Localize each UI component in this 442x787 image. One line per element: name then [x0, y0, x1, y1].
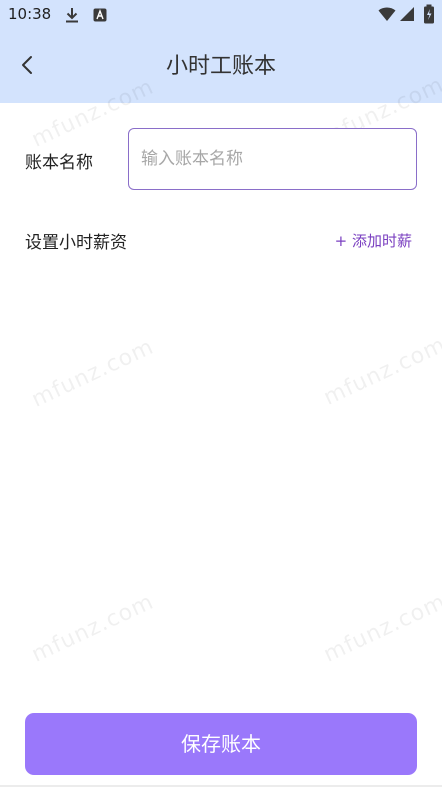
status-time: 10:38 — [8, 5, 52, 23]
account-name-input[interactable] — [128, 128, 417, 190]
battery-icon — [423, 4, 435, 28]
screen: 10:38 小时工账本 mfunz.com mfunz.com mfunz.co… — [0, 0, 442, 787]
save-account-button[interactable]: 保存账本 — [25, 713, 417, 775]
account-name-label: 账本名称 — [25, 153, 93, 173]
wifi-icon — [378, 6, 396, 26]
header: 10:38 小时工账本 — [0, 0, 442, 103]
cellular-signal-icon — [399, 6, 415, 26]
app-bar: 小时工账本 — [0, 30, 442, 103]
download-icon — [64, 6, 80, 28]
watermark: mfunz.com — [320, 332, 442, 411]
page-title: 小时工账本 — [165, 54, 276, 79]
watermark: mfunz.com — [28, 589, 158, 668]
hourly-wage-row: 设置小时薪资 + 添加时薪 — [0, 225, 442, 255]
hourly-wage-label: 设置小时薪资 — [25, 233, 127, 253]
text-badge-icon — [93, 7, 107, 26]
watermark: mfunz.com — [28, 334, 158, 413]
watermark: mfunz.com — [320, 589, 442, 668]
account-name-row: 账本名称 — [0, 128, 442, 191]
status-bar: 10:38 — [0, 0, 442, 30]
add-hourly-wage-button[interactable]: + 添加时薪 — [335, 230, 412, 251]
